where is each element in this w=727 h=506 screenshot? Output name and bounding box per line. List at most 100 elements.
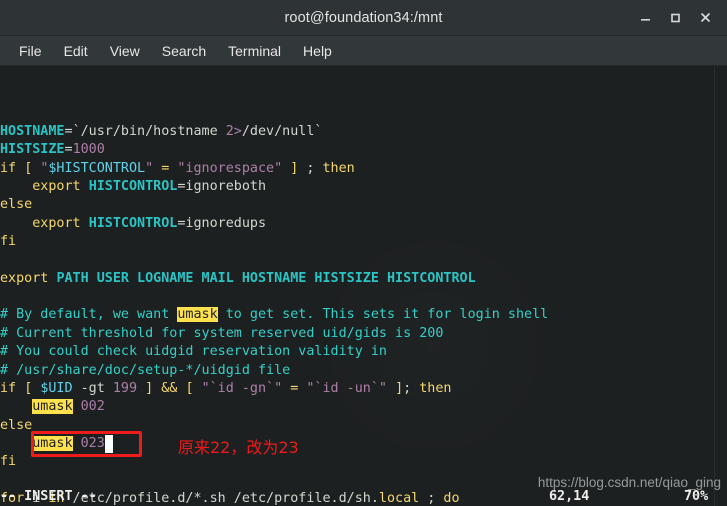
code-token: 1000 [72, 142, 105, 158]
editor-line[interactable] [0, 472, 714, 490]
editor-line[interactable]: fi [0, 233, 714, 251]
editor-line[interactable]: export HISTCONTROL=ignoredups [0, 215, 714, 233]
menu-item-file[interactable]: File [8, 40, 53, 62]
editor-line[interactable]: # Current threshold for system reserved … [0, 325, 714, 343]
editor-line[interactable]: umask 002 [0, 398, 714, 416]
code-token: "`id -un`" [306, 380, 387, 396]
editor-line[interactable]: # You could check uidgid reservation val… [0, 343, 714, 361]
code-token: then [322, 160, 355, 176]
code-token: HOSTNAME [0, 124, 65, 140]
code-token: -gt [72, 380, 113, 396]
editor-line[interactable]: for i in /etc/profile.d/*.sh /etc/profil… [0, 490, 714, 506]
code-token: $HISTCONTROL [48, 160, 146, 176]
editor-line[interactable]: HISTSIZE=1000 [0, 141, 714, 159]
maximize-button[interactable] [661, 5, 689, 31]
code-token: export [32, 215, 81, 231]
editor-line[interactable]: if [ "$HISTCONTROL" = "ignorespace" ] ; … [0, 160, 714, 178]
code-token: /etc/profile.d/*.sh /etc/profile.d/sh. [64, 490, 379, 506]
menu-item-terminal[interactable]: Terminal [217, 40, 292, 62]
code-token: =ignoredups [177, 215, 267, 231]
editor-line[interactable]: if [ $UID -gt 199 ] && [ "`id -gn`" = "`… [0, 380, 714, 398]
code-token: "ignorespace" [177, 160, 283, 176]
terminal-window: root@foundation34:/mnt File Edit View Se… [0, 0, 727, 506]
code-token: ] [145, 380, 154, 396]
code-token: # /usr/share/doc/setup-*/uidgid file [0, 362, 291, 378]
code-token: `/usr/bin/hostname [72, 124, 226, 140]
editor-line[interactable]: export PATH USER LOGNAME MAIL HOSTNAME H… [0, 270, 714, 288]
code-token: fi [0, 234, 17, 250]
window-controls [631, 5, 727, 31]
code-token: # You could check uidgid reservation val… [0, 344, 387, 360]
editor-line[interactable]: else [0, 196, 714, 214]
code-token: else [0, 197, 33, 213]
close-icon [699, 11, 712, 24]
code-token: ; [298, 160, 323, 176]
code-token: do [443, 490, 460, 506]
code-token: = [64, 142, 73, 158]
minimize-button[interactable] [631, 5, 659, 31]
code-token: ; [419, 490, 444, 506]
terminal-scrollbar[interactable] [714, 66, 727, 506]
editor-line[interactable]: umask 023 [0, 434, 714, 454]
editor-line[interactable]: export HISTCONTROL=ignoreboth [0, 178, 714, 196]
code-token: 2> [225, 124, 242, 140]
code-token: [ [185, 380, 194, 396]
code-token: in [48, 490, 65, 506]
close-button[interactable] [691, 5, 719, 31]
code-token: # By default, we want [0, 307, 178, 323]
search-match-highlight: umask [177, 307, 218, 323]
code-token: export [32, 179, 81, 195]
editor-line[interactable] [0, 288, 714, 306]
code-token: # Current threshold for system reserved … [0, 325, 444, 341]
editor-line[interactable]: HOSTNAME=`/usr/bin/hostname 2>/dev/null` [0, 123, 714, 141]
window-title: root@foundation34:/mnt [284, 9, 443, 26]
menu-item-search[interactable]: Search [151, 40, 217, 62]
code-token: PATH USER LOGNAME MAIL HOSTNAME HISTSIZE… [56, 270, 476, 286]
editor-line[interactable]: fi [0, 453, 714, 471]
code-token: to get set. This sets it for login shell [217, 307, 549, 323]
code-token: then [419, 380, 452, 396]
code-token: HISTCONTROL [88, 179, 178, 195]
code-token: else [0, 417, 33, 433]
code-token: =ignoreboth [177, 179, 267, 195]
menubar: File Edit View Search Terminal Help [0, 36, 727, 66]
text-cursor [104, 434, 113, 454]
search-match-highlight: umask [32, 399, 73, 415]
code-token: /dev/null` [241, 124, 323, 140]
code-token: for [0, 490, 25, 506]
minimize-icon [639, 11, 652, 24]
menu-item-help[interactable]: Help [292, 40, 343, 62]
editor-line[interactable]: else [0, 417, 714, 435]
code-token: ; [403, 380, 420, 396]
code-token: fi [0, 454, 17, 470]
code-token: = [64, 124, 73, 140]
editor-line[interactable]: # /usr/share/doc/setup-*/uidgid file [0, 362, 714, 380]
menu-item-edit[interactable]: Edit [53, 40, 99, 62]
code-token: HISTSIZE [0, 142, 65, 158]
vim-editor-text[interactable]: HOSTNAME=`/usr/bin/hostname 2>/dev/null`… [0, 66, 714, 506]
terminal-body: HOSTNAME=`/usr/bin/hostname 2>/dev/null`… [0, 66, 727, 506]
editor-line[interactable] [0, 251, 714, 269]
search-match-highlight: umask [32, 435, 73, 451]
code-token: export [0, 270, 49, 286]
code-token: " [145, 160, 154, 176]
code-token: && [161, 380, 178, 396]
editor-line[interactable]: # By default, we want umask to get set. … [0, 306, 714, 324]
window-titlebar[interactable]: root@foundation34:/mnt [0, 0, 727, 36]
menu-item-view[interactable]: View [99, 40, 151, 62]
code-token: HISTCONTROL [88, 215, 178, 231]
code-token: if [0, 380, 17, 396]
maximize-icon [669, 11, 682, 24]
